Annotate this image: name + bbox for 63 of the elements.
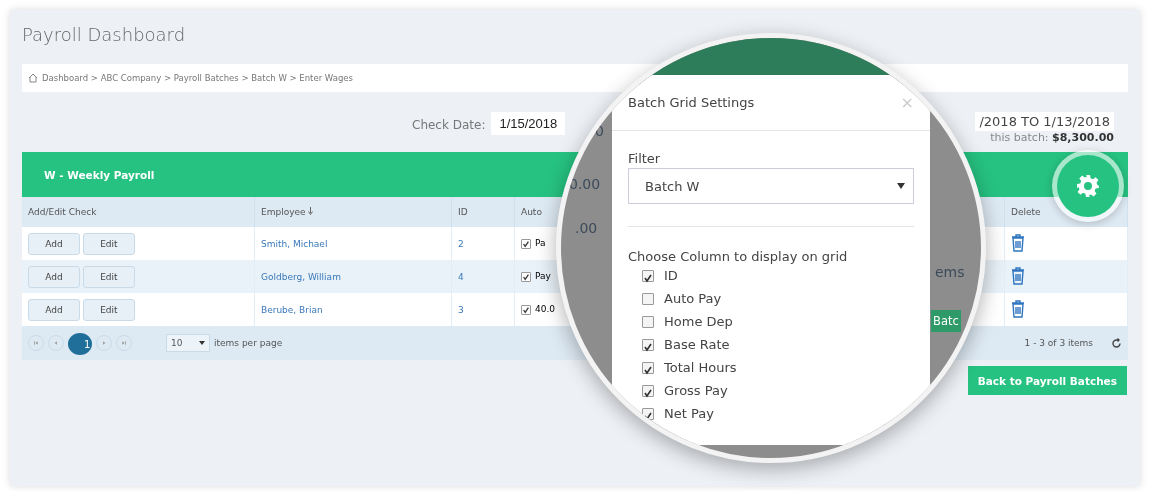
column-header[interactable]: ID (451, 197, 515, 227)
add-button[interactable]: Add (28, 232, 80, 255)
checkbox[interactable] (521, 304, 531, 315)
edit-button[interactable]: Edit (82, 265, 135, 288)
id-cell[interactable]: 3 (451, 293, 515, 326)
background-text: .00 (575, 220, 598, 236)
check-date-field[interactable]: 1/15/2018 (491, 112, 566, 135)
auto-cell: 40.0 (535, 304, 556, 315)
checkbox[interactable] (521, 238, 531, 249)
edit-button[interactable]: Edit (82, 232, 135, 255)
checkbox[interactable] (642, 292, 654, 305)
dialog-title: Batch Grid Settings (628, 95, 755, 110)
period-range: /2018 TO 1/13/2018 (975, 112, 1114, 131)
background-text: ems (935, 264, 965, 280)
checkbox[interactable] (642, 315, 654, 328)
checkbox[interactable] (642, 407, 654, 420)
checkbox[interactable] (642, 269, 654, 282)
id-cell[interactable]: 4 (451, 260, 515, 293)
edit-button[interactable]: Edit (82, 298, 135, 321)
trash-icon[interactable] (1011, 233, 1025, 252)
home-icon[interactable] (28, 73, 38, 83)
per-page-label: items per page (214, 338, 283, 348)
column-option[interactable]: ID (664, 268, 678, 283)
column-option[interactable]: Auto Pay (664, 291, 722, 306)
id-cell[interactable]: 2 (451, 227, 515, 260)
employee-link[interactable]: Smith, Michael (254, 227, 452, 260)
checkbox[interactable] (521, 271, 531, 282)
trash-icon[interactable] (1011, 299, 1025, 318)
sort-icon[interactable] (308, 207, 314, 215)
column-option[interactable]: Total Hours (664, 360, 737, 375)
column-option[interactable]: Base Rate (664, 337, 730, 352)
page-size-select[interactable]: 10 (166, 334, 210, 352)
dropdown-caret-icon[interactable] (897, 183, 905, 189)
column-option[interactable]: Gross Pay (664, 383, 728, 398)
filter-label: Filter (628, 151, 662, 166)
page-button[interactable]: 1 (68, 333, 92, 355)
column-header[interactable]: Add/Edit Check (22, 197, 255, 227)
add-button[interactable]: Add (28, 265, 80, 288)
filter-select[interactable]: Batch W (628, 168, 914, 204)
check-date-label: Check Date: (412, 118, 486, 132)
checkbox[interactable] (642, 361, 654, 374)
item-range: 1 - 3 of 3 items (1024, 338, 1093, 348)
refresh-icon[interactable] (1111, 337, 1122, 349)
background-text: 0.00 (569, 176, 601, 192)
column-header[interactable]: Employee (254, 197, 452, 227)
column-option[interactable]: Net Pay (664, 406, 714, 421)
add-button[interactable]: Add (28, 298, 80, 321)
columns-label: Choose Column to display on grid (628, 249, 849, 264)
auto-cell: Pa (535, 238, 546, 249)
batch-button[interactable]: Batc (931, 310, 961, 332)
checkbox[interactable] (642, 384, 654, 397)
trash-icon[interactable] (1011, 266, 1025, 285)
page-title: Payroll Dashboard (22, 23, 187, 47)
employee-link[interactable]: Berube, Brian (254, 293, 452, 326)
dropdown-caret-icon[interactable] (199, 341, 205, 345)
grid-title: W - Weekly Payroll (44, 168, 155, 181)
batch-total: this batch: $8,300.00 (990, 131, 1114, 144)
checkbox[interactable] (642, 338, 654, 351)
settings-button[interactable] (1052, 150, 1124, 222)
auto-cell: Pay (535, 271, 551, 282)
employee-link[interactable]: Goldberg, William (254, 260, 452, 293)
breadcrumb-path[interactable]: Dashboard > ABC Company > Payroll Batches > Batch W > Enter Wages (42, 73, 353, 83)
column-option[interactable]: Home Dep (664, 314, 733, 329)
